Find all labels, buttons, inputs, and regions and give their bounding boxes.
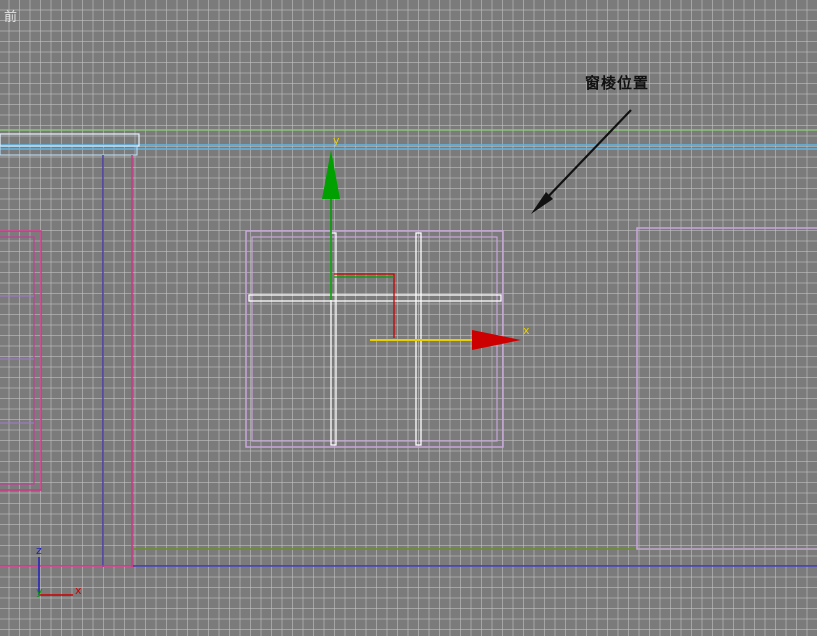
gizmo-y-arrow-icon[interactable] xyxy=(322,150,340,199)
viewport-scene[interactable]: y x z y x xyxy=(0,0,817,636)
front-viewport[interactable]: 前 y x z y x 窗棱位置 xyxy=(0,0,817,636)
floor-lines[interactable] xyxy=(133,548,817,567)
ceiling-beam[interactable] xyxy=(0,129,817,156)
annotation-arrow-icon xyxy=(531,109,632,214)
move-gizmo[interactable]: y x xyxy=(322,134,530,350)
left-wall-column[interactable] xyxy=(0,155,135,567)
tripod-x-label: x xyxy=(75,584,82,597)
tripod-y-label: y xyxy=(36,585,43,598)
gizmo-x-label: x xyxy=(523,324,530,337)
left-window-frame[interactable] xyxy=(0,230,42,491)
annotation-label: 窗棱位置 xyxy=(585,74,650,92)
tripod-z-label: z xyxy=(36,544,42,557)
gizmo-y-label: y xyxy=(333,134,340,147)
axis-tripod: z y x xyxy=(36,544,82,598)
right-window-frame[interactable] xyxy=(636,227,817,550)
